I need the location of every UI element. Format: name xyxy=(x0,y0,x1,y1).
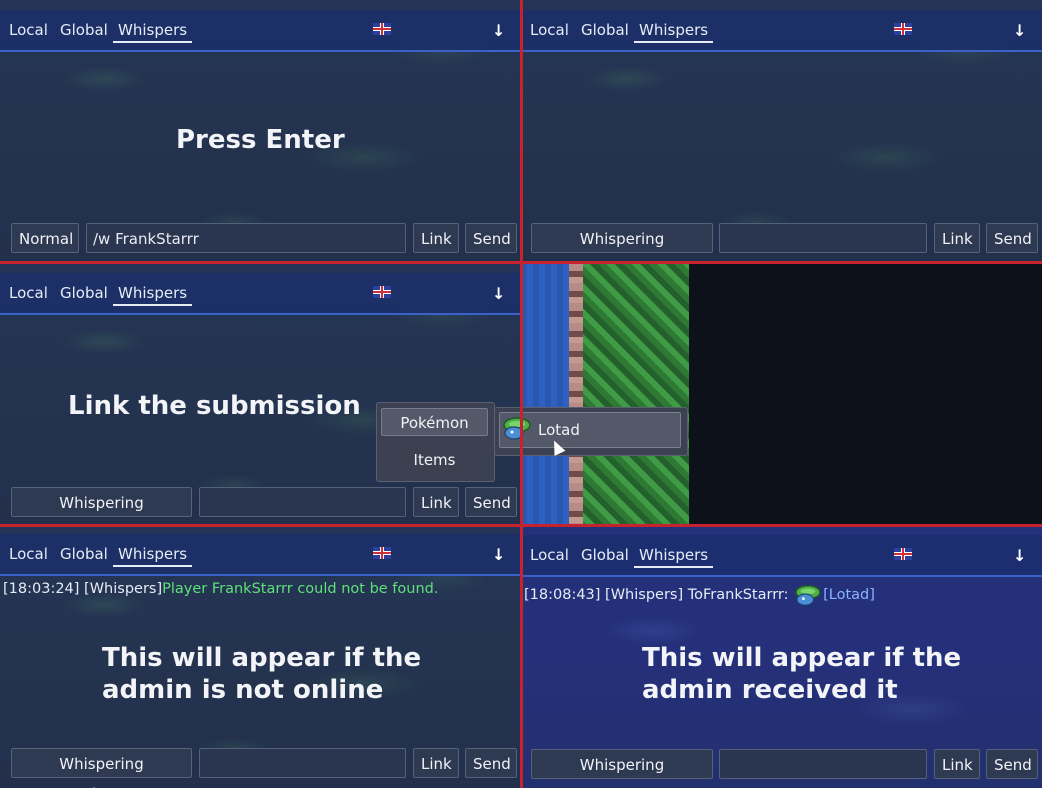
chat-input[interactable] xyxy=(719,223,927,253)
arrow-down-icon[interactable]: ↓ xyxy=(492,21,505,40)
arrow-down-icon[interactable]: ↓ xyxy=(492,545,505,564)
send-button[interactable]: Send xyxy=(465,748,517,778)
pokemon-submenu: Lotad xyxy=(494,407,688,456)
instruction-caption-line1: This will appear if the xyxy=(102,643,422,673)
chat-tab-bar: Local Global Whispers ↓ xyxy=(523,535,1042,577)
instruction-caption: Press Enter xyxy=(176,125,345,155)
chat-tab-bar: Local Global Whispers ↓ xyxy=(0,10,520,52)
link-button[interactable]: Link xyxy=(934,749,980,779)
chat-mode-button[interactable]: Whispering FrankStarrr xyxy=(11,748,192,788)
chat-tab-bar: Local Global Whispers ↓ xyxy=(0,534,520,576)
chat-input[interactable]: /w FrankStarrr xyxy=(86,223,406,253)
arrow-down-icon[interactable]: ↓ xyxy=(1013,546,1026,565)
tab-whispers[interactable]: Whispers xyxy=(113,21,193,43)
link-category-menu: Pokémon Items xyxy=(376,402,495,482)
panel-divider-vertical xyxy=(520,0,523,788)
chat-panel-1: Local Global Whispers ↓ Press Enter Norm… xyxy=(0,0,520,262)
chat-panel-6: Local Global Whispers ↓ [18:08:43] [Whis… xyxy=(523,526,1042,788)
uk-flag-icon[interactable] xyxy=(894,23,912,35)
send-button[interactable]: Send xyxy=(986,223,1038,253)
panel-divider-horizontal xyxy=(0,524,1042,527)
chat-panel-5: Local Global Whispers ↓ [18:03:24] [Whis… xyxy=(0,526,520,788)
uk-flag-icon[interactable] xyxy=(373,286,391,298)
tab-whispers[interactable]: Whispers xyxy=(634,21,714,43)
instruction-caption-line2: admin is not online xyxy=(102,675,384,705)
uk-flag-icon[interactable] xyxy=(373,23,391,35)
instruction-caption-line2: admin received it xyxy=(642,675,898,705)
tab-whispers[interactable]: Whispers xyxy=(113,284,193,306)
tab-whispers[interactable]: Whispers xyxy=(113,545,193,567)
tab-local[interactable]: Local xyxy=(530,546,569,564)
message-channel: [Whispers] xyxy=(84,581,163,597)
arrow-down-icon[interactable]: ↓ xyxy=(492,284,505,303)
chat-mode-button[interactable]: Whispering FrankStarrr xyxy=(531,749,713,788)
send-button[interactable]: Send xyxy=(465,223,517,253)
arrow-down-icon[interactable]: ↓ xyxy=(1013,21,1026,40)
chat-panel-3: Local Global Whispers ↓ Link the submiss… xyxy=(0,263,520,525)
message-text: ToFrankStarrr: xyxy=(687,587,789,603)
lotad-icon xyxy=(795,585,821,606)
instruction-caption-line1: This will appear if the xyxy=(642,643,962,673)
chat-tab-bar: Local Global Whispers ↓ xyxy=(0,273,520,315)
tab-global[interactable]: Global xyxy=(581,21,629,39)
link-button[interactable]: Link xyxy=(934,223,980,253)
tab-local[interactable]: Local xyxy=(530,21,569,39)
link-button[interactable]: Link xyxy=(413,748,459,778)
submenu-item-lotad[interactable]: Lotad xyxy=(499,412,681,448)
send-button[interactable]: Send xyxy=(986,749,1038,779)
tab-local[interactable]: Local xyxy=(9,284,48,302)
tab-local[interactable]: Local xyxy=(9,545,48,563)
chat-input[interactable] xyxy=(199,748,406,778)
submenu-item-label: Lotad xyxy=(538,421,580,439)
chat-input[interactable] xyxy=(719,749,927,779)
map-forest xyxy=(579,263,689,525)
chat-mode-button[interactable]: Whispering FrankStarrr xyxy=(531,223,713,262)
send-button[interactable]: Send xyxy=(465,487,517,517)
tab-global[interactable]: Global xyxy=(60,21,108,39)
game-map xyxy=(521,263,1042,525)
message-time: [18:03:24] xyxy=(3,581,80,597)
uk-flag-icon[interactable] xyxy=(894,548,912,560)
chat-message: [18:03:24] [Whispers]Player FrankStarrr … xyxy=(3,581,438,597)
chat-mode-button[interactable]: Whispering FrankStarrr xyxy=(11,487,192,525)
menu-item-items[interactable]: Items xyxy=(381,446,488,474)
link-button[interactable]: Link xyxy=(413,487,459,517)
panel-divider-horizontal xyxy=(0,261,1042,264)
chat-mode-button[interactable]: Normal xyxy=(11,223,79,253)
map-shoreline xyxy=(569,263,583,525)
tab-global[interactable]: Global xyxy=(60,545,108,563)
menu-item-pokemon[interactable]: Pokémon xyxy=(381,408,488,436)
tab-whispers[interactable]: Whispers xyxy=(634,546,714,568)
chat-message: [18:08:43] [Whispers] ToFrankStarrr: [Lo… xyxy=(524,583,875,607)
message-time: [18:08:43] xyxy=(524,587,601,603)
message-channel: [Whispers] xyxy=(605,587,684,603)
chat-panel-2: Local Global Whispers ↓ Whispering Frank… xyxy=(523,0,1042,262)
message-item-link[interactable]: [Lotad] xyxy=(823,587,875,603)
chat-input[interactable] xyxy=(199,487,406,517)
tab-global[interactable]: Global xyxy=(60,284,108,302)
tab-global[interactable]: Global xyxy=(581,546,629,564)
chat-tab-bar: Local Global Whispers ↓ xyxy=(523,10,1042,52)
lotad-icon xyxy=(503,417,531,440)
uk-flag-icon[interactable] xyxy=(373,547,391,559)
message-text: Player FrankStarrr could not be found. xyxy=(162,581,439,597)
link-button[interactable]: Link xyxy=(413,223,459,253)
tab-local[interactable]: Local xyxy=(9,21,48,39)
instruction-caption: Link the submission xyxy=(68,391,361,421)
